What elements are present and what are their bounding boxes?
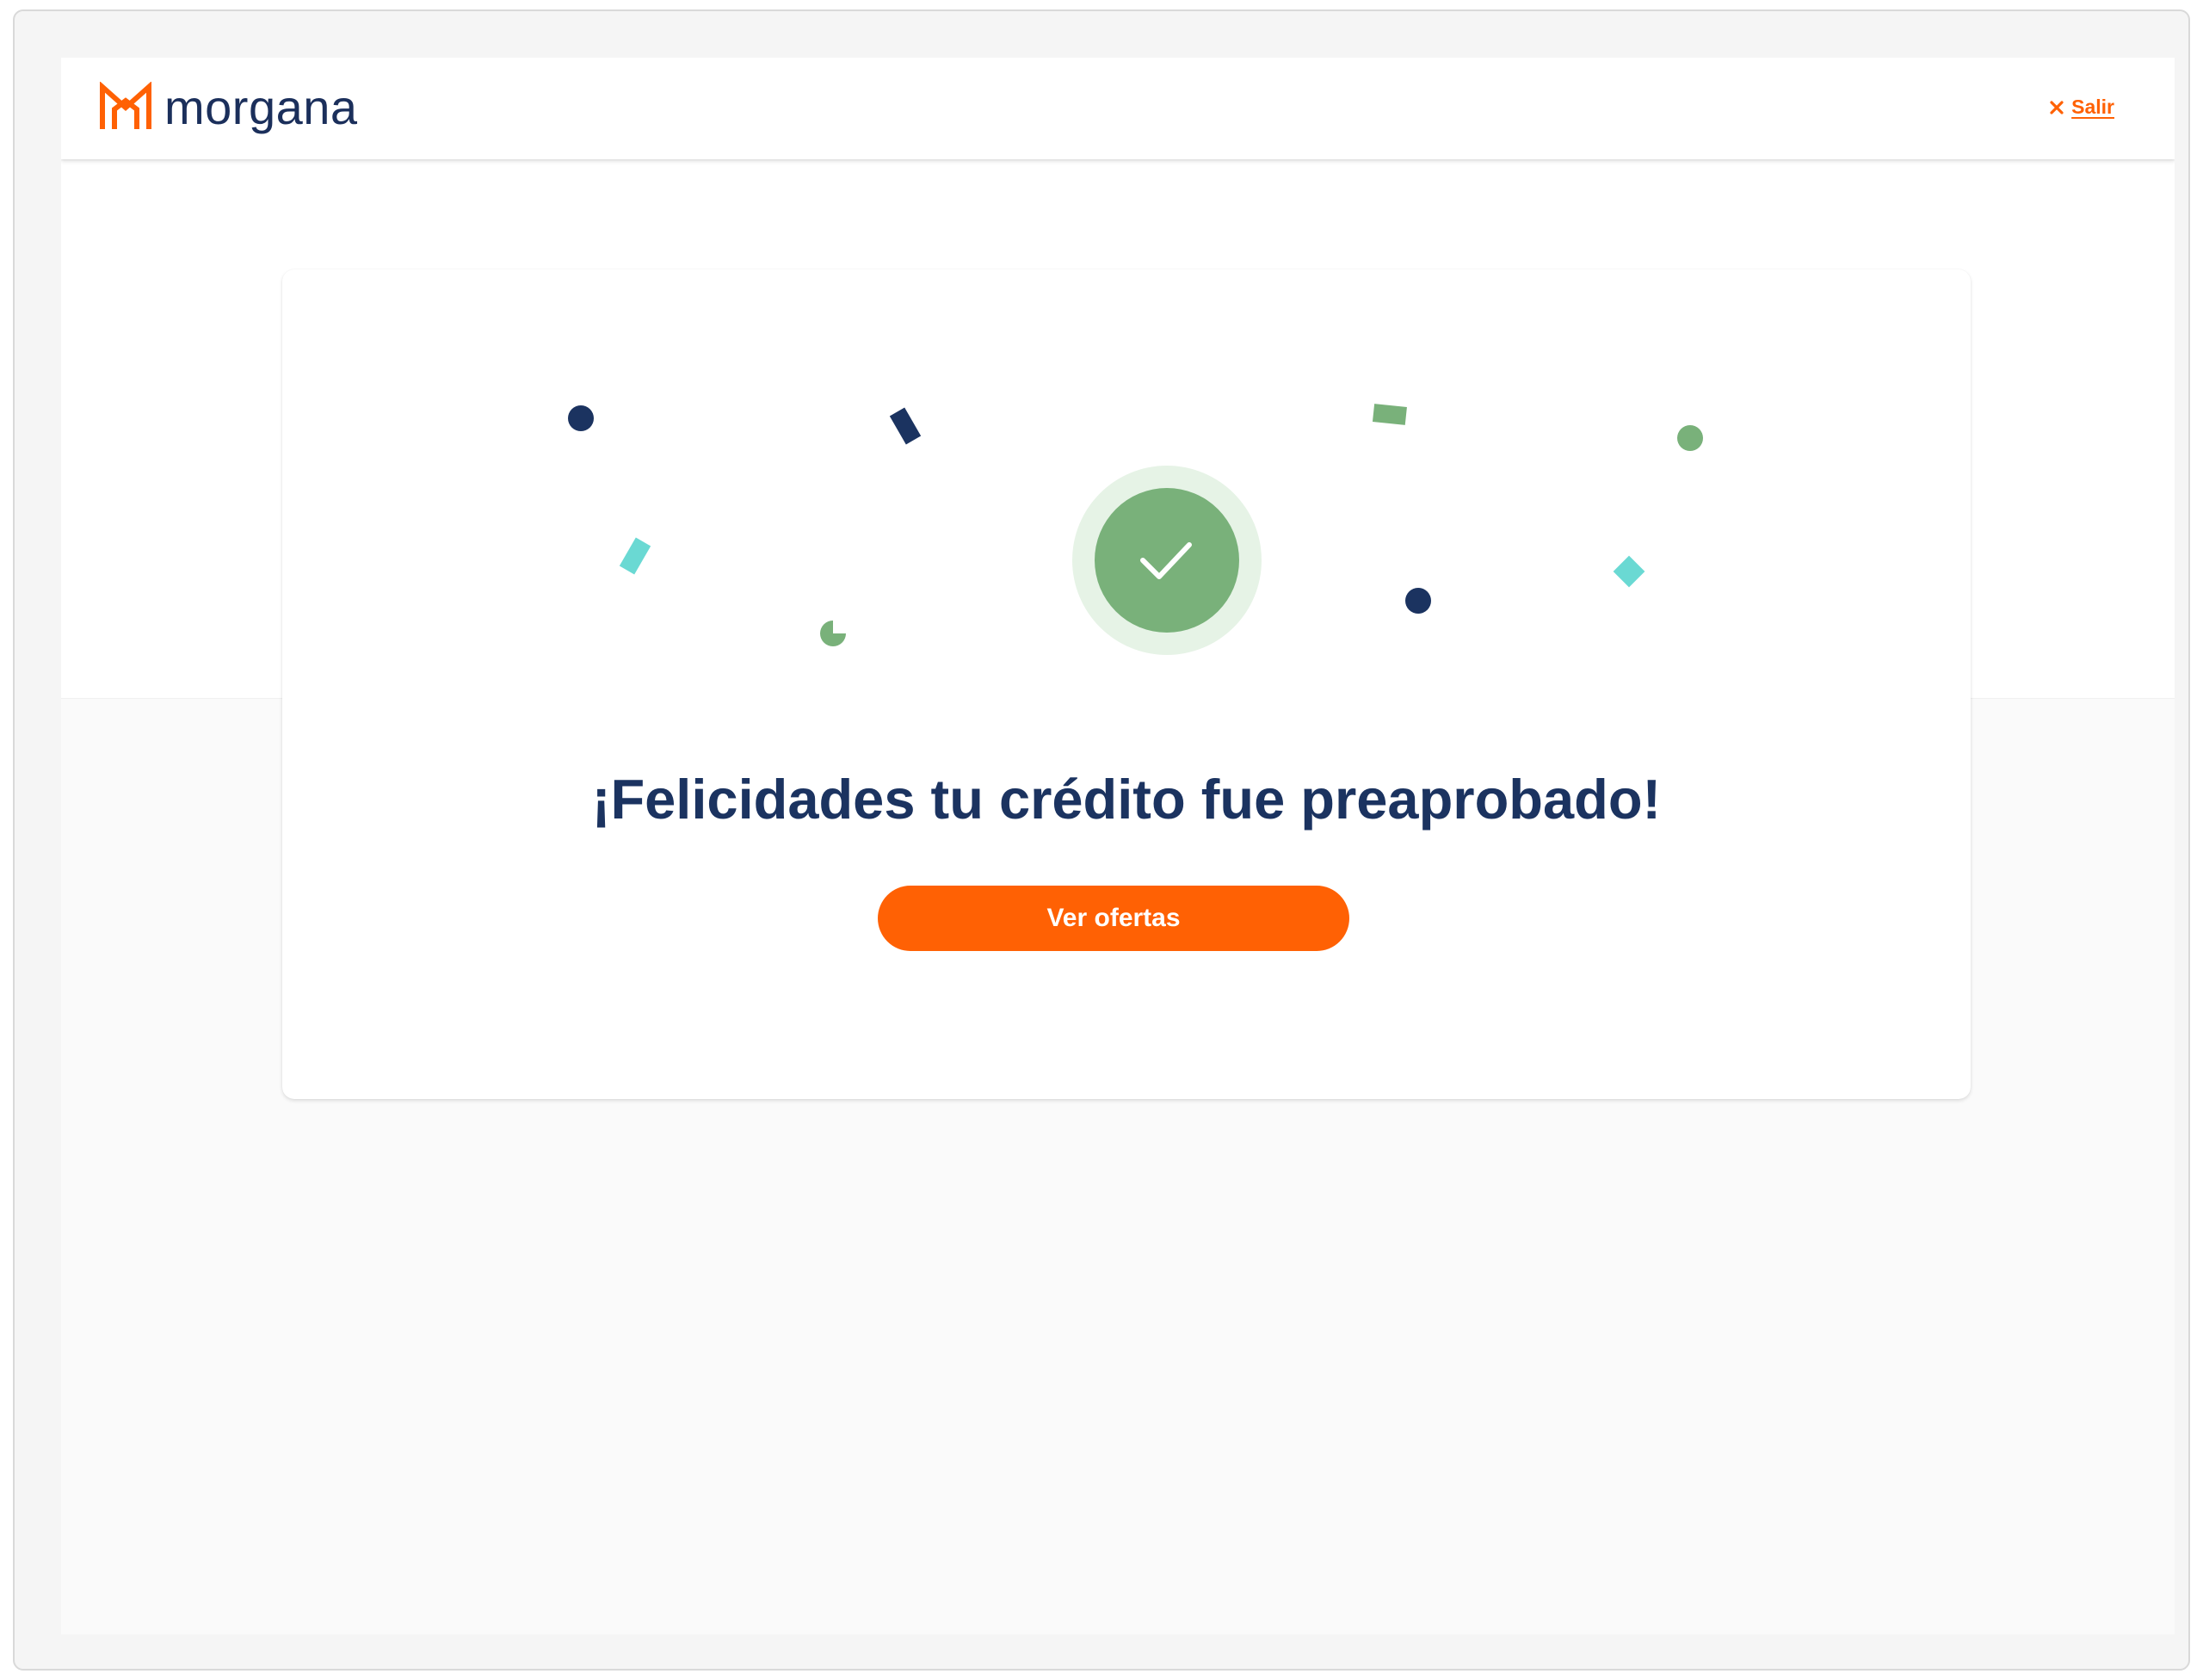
success-card: ¡Felicidades tu crédito fue preaprobado!…: [282, 269, 1971, 1099]
confetti-dot-green: [1677, 425, 1703, 451]
exit-button[interactable]: Salir: [2049, 96, 2114, 119]
brand-name: morgana: [164, 80, 358, 134]
celebration-illustration: [568, 404, 1703, 655]
confetti-diamond-teal: [1613, 555, 1645, 588]
confetti-dot-navy-2: [1405, 588, 1431, 614]
success-circle: [1095, 488, 1239, 633]
confetti-rect-green: [1372, 404, 1407, 425]
exit-label: Salir: [2071, 96, 2114, 118]
app-viewport: morgana Salir ¡Felicidades tu crédito fu…: [61, 58, 2175, 1634]
house-m-logo-icon: [100, 82, 151, 129]
window-frame: morgana Salir ¡Felicidades tu crédito fu…: [13, 9, 2190, 1671]
view-offers-button[interactable]: Ver ofertas: [878, 886, 1349, 951]
top-header: morgana Salir: [61, 58, 2175, 159]
success-headline: ¡Felicidades tu crédito fue preaprobado!: [591, 768, 1662, 831]
confetti-pie-green: [820, 621, 846, 646]
close-icon: [2050, 100, 2064, 114]
confetti-rect-navy: [889, 407, 922, 445]
confetti-rect-teal: [619, 537, 651, 575]
confetti-dot-navy: [568, 405, 594, 431]
brand-logo[interactable]: morgana: [99, 82, 358, 132]
